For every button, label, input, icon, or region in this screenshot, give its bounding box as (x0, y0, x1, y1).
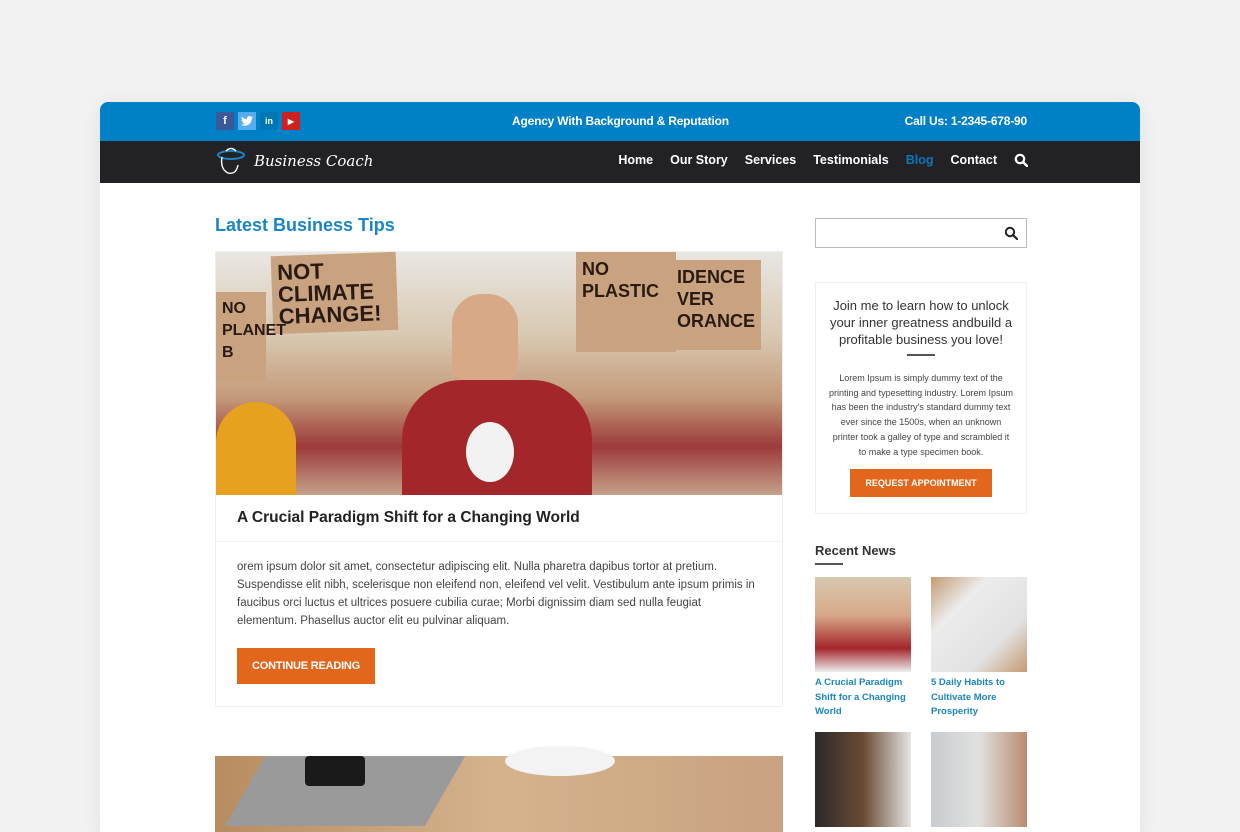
nav-home[interactable]: Home (618, 153, 653, 167)
nav-contact[interactable]: Contact (950, 153, 997, 167)
tagline: Agency With Background & Reputation (512, 114, 729, 128)
widget-text: Lorem Ipsum is simply dummy text of the … (829, 373, 1013, 457)
logo-text: Business Coach (254, 152, 374, 170)
news-thumbnail[interactable] (815, 731, 911, 827)
sidebar: Join me to learn how to unlock your inne… (815, 218, 1027, 827)
news-item[interactable] (815, 731, 911, 827)
social-links: f in ▶ (216, 112, 300, 130)
sidebar-search[interactable] (815, 218, 1027, 248)
person-left (216, 402, 296, 495)
logo[interactable]: Business Coach (214, 145, 373, 177)
protest-sign: IDENCE VER ORANCE (671, 260, 761, 350)
youtube-icon[interactable]: ▶ (282, 112, 300, 130)
post-body: orem ipsum dolor sit amet, consectetur a… (216, 542, 782, 706)
person-face (452, 294, 518, 384)
request-appointment-button[interactable]: REQUEST APPOINTMENT (850, 469, 992, 498)
section-title: Latest Business Tips (215, 215, 395, 235)
twitter-icon[interactable] (238, 112, 256, 130)
logo-icon (217, 147, 245, 175)
news-thumbnail[interactable] (931, 577, 1027, 673)
post-image[interactable] (215, 746, 783, 832)
news-item[interactable]: A Crucial Paradigm Shift for a Changing … (815, 577, 911, 720)
protest-sign: NO PLANET B (216, 292, 286, 382)
linkedin-icon[interactable]: in (260, 112, 278, 130)
browser-frame: f in ▶ Agency With Background & Reputati… (100, 102, 1140, 832)
nav-our-story[interactable]: Our Story (670, 153, 728, 167)
appointment-widget: Join me to learn how to unlock your inne… (815, 282, 1027, 515)
megaphone (466, 422, 514, 482)
news-item[interactable]: 5 Daily Habits to Cultivate More Prosper… (931, 577, 1027, 720)
main-nav: Business Coach Home Our Story Services T… (100, 141, 1140, 183)
phone-number[interactable]: Call Us: 1-2345-678-90 (905, 114, 1028, 128)
top-bar: f in ▶ Agency With Background & Reputati… (100, 102, 1140, 141)
news-thumbnail[interactable] (931, 731, 1027, 827)
recent-news-title: Recent News (815, 543, 896, 559)
news-thumbnail[interactable] (815, 577, 911, 673)
facebook-icon[interactable]: f (216, 112, 234, 130)
search-icon[interactable] (1004, 226, 1019, 245)
nav-testimonials[interactable]: Testimonials (813, 153, 888, 167)
recent-news-grid: A Crucial Paradigm Shift for a Changing … (815, 577, 1027, 827)
news-title[interactable]: 5 Daily Habits to Cultivate More Prosper… (931, 676, 1027, 720)
nav-blog[interactable]: Blog (906, 153, 934, 167)
nav-menu: Home Our Story Services Testimonials Blo… (618, 153, 1029, 168)
cup-saucer (505, 746, 615, 776)
divider (815, 563, 843, 566)
main-content: Latest Business Tips NOT CLIMATE CHANGE!… (215, 215, 783, 707)
post-title[interactable]: A Crucial Paradigm Shift for a Changing … (216, 495, 782, 542)
phone (305, 756, 365, 786)
search-input[interactable] (816, 219, 996, 247)
post-image[interactable]: NOT CLIMATE CHANGE! NO PLASTIC IDENCE VE… (216, 252, 782, 495)
protest-sign: NOT CLIMATE CHANGE! (270, 252, 399, 335)
divider (907, 354, 935, 356)
news-title[interactable]: A Crucial Paradigm Shift for a Changing … (815, 676, 911, 720)
post-excerpt: orem ipsum dolor sit amet, consectetur a… (237, 561, 755, 627)
blog-post: NOT CLIMATE CHANGE! NO PLASTIC IDENCE VE… (215, 251, 783, 707)
nav-services[interactable]: Services (745, 153, 796, 167)
protest-sign: NO PLASTIC (576, 252, 676, 352)
continue-reading-button[interactable]: CONTINUE READING (237, 648, 376, 684)
widget-heading: Join me to learn how to unlock your inne… (829, 298, 1013, 347)
news-item[interactable] (931, 731, 1027, 827)
search-icon[interactable] (1014, 153, 1029, 168)
